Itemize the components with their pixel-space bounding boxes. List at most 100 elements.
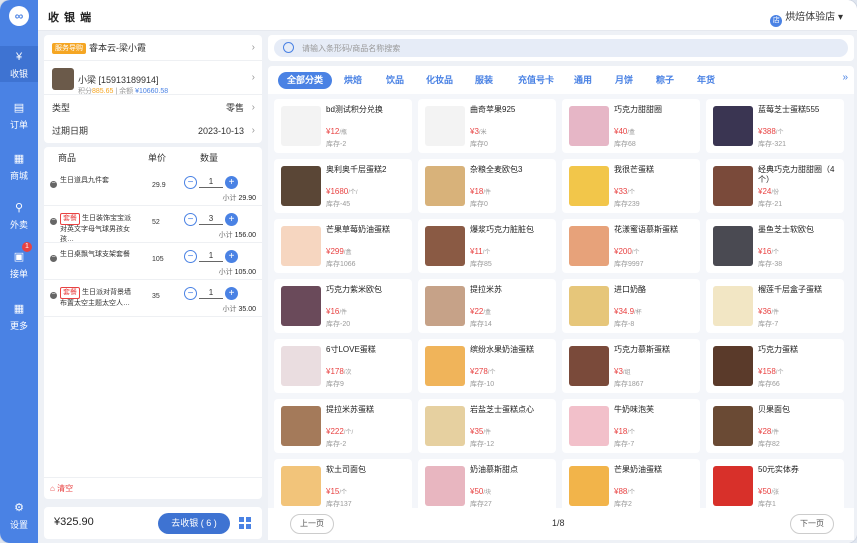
product-card[interactable]: 墨鱼芝士软欧包 ¥16/个 库存-38 <box>706 219 844 273</box>
remove-item-icon[interactable]: − <box>50 180 57 188</box>
product-name: 巧克力紫米欧包 <box>326 285 382 294</box>
category-tab[interactable]: 烘焙 <box>344 72 362 89</box>
remove-item-icon[interactable]: − <box>50 217 57 225</box>
product-card[interactable]: 巧克力甜甜圈 ¥40/盒 库存68 <box>562 99 700 153</box>
product-card[interactable]: 提拉米苏蛋糕 ¥222/个/库存-2 <box>274 399 412 453</box>
product-price: ¥33/个 <box>614 187 636 196</box>
category-tab[interactable]: 通用 <box>574 72 592 89</box>
product-image <box>281 346 321 386</box>
customer-row[interactable]: 小梁 [15913189914] 积分885.65 | 余额 ¥10660.58… <box>44 61 262 95</box>
increase-qty-button[interactable]: + <box>225 250 238 263</box>
product-price: ¥16/个 <box>758 247 780 256</box>
category-tab[interactable]: 化妆品 <box>426 72 453 89</box>
product-card[interactable]: 奥利奥千层蛋糕2 ¥1680/个/库存-45 <box>274 159 412 213</box>
product-image <box>569 346 609 386</box>
nav-item-takeout[interactable]: ⚲ 外卖 <box>0 197 38 233</box>
product-card[interactable]: 奶油慕斯甜点 ¥50/块 库存27 <box>418 459 556 508</box>
qty-input[interactable]: 3 <box>199 213 223 225</box>
product-card[interactable]: 牛奶味泡芙 ¥18/个 库存-7 <box>562 399 700 453</box>
product-card[interactable]: 杂粮全麦欧包3 ¥18/件 库存0 <box>418 159 556 213</box>
category-tab[interactable]: 年货 <box>697 72 715 89</box>
decrease-qty-button[interactable]: − <box>184 287 197 300</box>
checkout-button[interactable]: 去收银 ( 6 ) <box>158 513 230 534</box>
order-item-price: 105 <box>152 256 164 263</box>
nav-item-more[interactable]: ▦ 更多 <box>0 298 38 334</box>
nav-item-orders[interactable]: ▤ 订单 <box>0 97 38 133</box>
product-image <box>713 286 753 326</box>
product-card[interactable]: 提拉米苏 ¥22/盒 库存14 <box>418 279 556 333</box>
qty-input[interactable]: 1 <box>199 250 223 262</box>
product-card[interactable]: 巧克力紫米欧包 ¥16/件 库存-20 <box>274 279 412 333</box>
product-card[interactable]: 蓝莓芝士蛋糕555 ¥388/个 库存-321 <box>706 99 844 153</box>
yen-icon: ¥ <box>15 51 23 63</box>
decrease-qty-button[interactable]: − <box>184 250 197 263</box>
product-card[interactable]: 经典巧克力甜甜圈（4个） ¥24/份 库存-21 <box>706 159 844 213</box>
product-price: ¥15/个 <box>326 487 348 496</box>
double-chevron-right-icon[interactable]: » <box>842 72 848 83</box>
product-card[interactable]: 50元实体券 ¥50/张 库存1 <box>706 459 844 508</box>
order-item-subtotal: 小计 35.00 <box>222 306 256 313</box>
prev-page-button[interactable]: 上一页 <box>290 514 334 534</box>
clear-cart-button[interactable]: ⌂ 清空 <box>44 477 262 499</box>
category-tab[interactable]: 服装 <box>475 72 493 89</box>
category-tab[interactable]: 饮品 <box>386 72 404 89</box>
order-total: ¥325.90 <box>54 516 94 528</box>
expire-date-row-card[interactable]: 过期日期 2023-10-13 › <box>44 119 262 143</box>
product-card[interactable]: 芒果奶油蛋糕 ¥88/个 库存2 <box>562 459 700 508</box>
product-name: 进口奶酪 <box>614 285 646 294</box>
product-card[interactable]: 巧克力蛋糕 ¥158/个 库存66 <box>706 339 844 393</box>
qty-input[interactable]: 1 <box>199 176 223 188</box>
guide-tag: 服务导购 <box>52 43 86 54</box>
qty-input[interactable]: 1 <box>199 287 223 299</box>
expire-date-row[interactable]: 过期日期 2023-10-13 › <box>44 119 262 143</box>
nav-item-label: 商城 <box>9 171 28 181</box>
chevron-right-icon: › <box>251 102 255 113</box>
product-name: 巧克力蛋糕 <box>758 345 798 354</box>
order-type-row[interactable]: 类型 零售 › <box>44 95 262 121</box>
product-card[interactable]: 贝果面包 ¥28/件 库存82 <box>706 399 844 453</box>
increase-qty-button[interactable]: + <box>225 213 238 226</box>
search-input[interactable]: 请输入条形码/商品名称搜索 <box>274 39 848 57</box>
product-name: 岩盐芝士蛋糕点心 <box>470 405 534 414</box>
product-card[interactable]: 6寸LOVE蛋糕 ¥178/次 库存9 <box>274 339 412 393</box>
decrease-qty-button[interactable]: − <box>184 213 197 226</box>
next-page-button[interactable]: 下一页 <box>790 514 834 534</box>
product-card[interactable]: 我很芒蛋糕 ¥33/个 库存239 <box>562 159 700 213</box>
remove-item-icon[interactable]: − <box>50 254 57 262</box>
product-card[interactable]: 软土司面包 ¥15/个 库存137 <box>274 459 412 508</box>
nav-item-accept-orders[interactable]: ▣ 接单 1 <box>0 242 38 282</box>
nav-item-cashier[interactable]: ¥ 收银 <box>0 46 38 82</box>
app-logo-icon: ∞ <box>9 6 29 26</box>
category-tab[interactable]: 充值号卡 <box>518 72 554 89</box>
product-card[interactable]: 花漾蜜语慕斯蛋糕 ¥200/个 库存9997 <box>562 219 700 273</box>
product-image <box>569 406 609 446</box>
guide-row[interactable]: 服务导购 睿本云-梁小霞 › <box>44 35 262 61</box>
product-card[interactable]: 岩盐芝士蛋糕点心 ¥35/件 库存-12 <box>418 399 556 453</box>
nav-item-mall[interactable]: ▦ 商城 <box>0 148 38 184</box>
product-card[interactable]: 巧克力慕斯蛋糕 ¥3/组 库存1867 <box>562 339 700 393</box>
nav-item-label: 设置 <box>9 520 28 530</box>
remove-item-icon[interactable]: − <box>50 291 57 299</box>
category-tab[interactable]: 粽子 <box>656 72 674 89</box>
product-card[interactable]: 芒果草莓奶油蛋糕 ¥299/盒 库存1066 <box>274 219 412 273</box>
grid-view-icon[interactable] <box>239 517 251 529</box>
nav-item-label: 收银 <box>9 69 28 79</box>
nav-item-settings[interactable]: ⚙ 设置 <box>0 497 38 533</box>
category-tab[interactable]: 全部分类 <box>278 72 333 89</box>
product-card[interactable]: 缤纷水果奶油蛋糕 ¥278/个 库存-10 <box>418 339 556 393</box>
product-card[interactable]: 进口奶酪 ¥34.9/杯 库存-8 <box>562 279 700 333</box>
order-icon: ▤ <box>13 102 25 114</box>
store-selector[interactable]: 店烘焙体验店 ▾ <box>770 8 843 27</box>
product-card[interactable]: 爆浆巧克力脏脏包 ¥11/个 库存85 <box>418 219 556 273</box>
product-image <box>713 226 753 266</box>
product-card[interactable]: bd测试积分兑换 ¥12/瓶 库存-2 <box>274 99 412 153</box>
increase-qty-button[interactable]: + <box>225 287 238 300</box>
nav-item-label: 接单 <box>9 269 28 279</box>
product-card[interactable]: 榴莲千层盒子蛋糕 ¥36/件 库存-7 <box>706 279 844 333</box>
order-item-row: − 生日道具九件套 29.9−1 + 小计 29.90 <box>44 169 262 206</box>
category-tab[interactable]: 月饼 <box>615 72 633 89</box>
product-card[interactable]: 曲奇苹果925 ¥3/米 库存0 <box>418 99 556 153</box>
decrease-qty-button[interactable]: − <box>184 176 197 189</box>
increase-qty-button[interactable]: + <box>225 176 238 189</box>
pos-window: ∞ ¥ 收银 ▤ 订单 ▦ 商城 ⚲ 外卖 ▣ 接单 1 ▦ 更多 ⚙ 设置 收 银 端 店烘焙体验店 ▾ … <box>0 0 857 543</box>
